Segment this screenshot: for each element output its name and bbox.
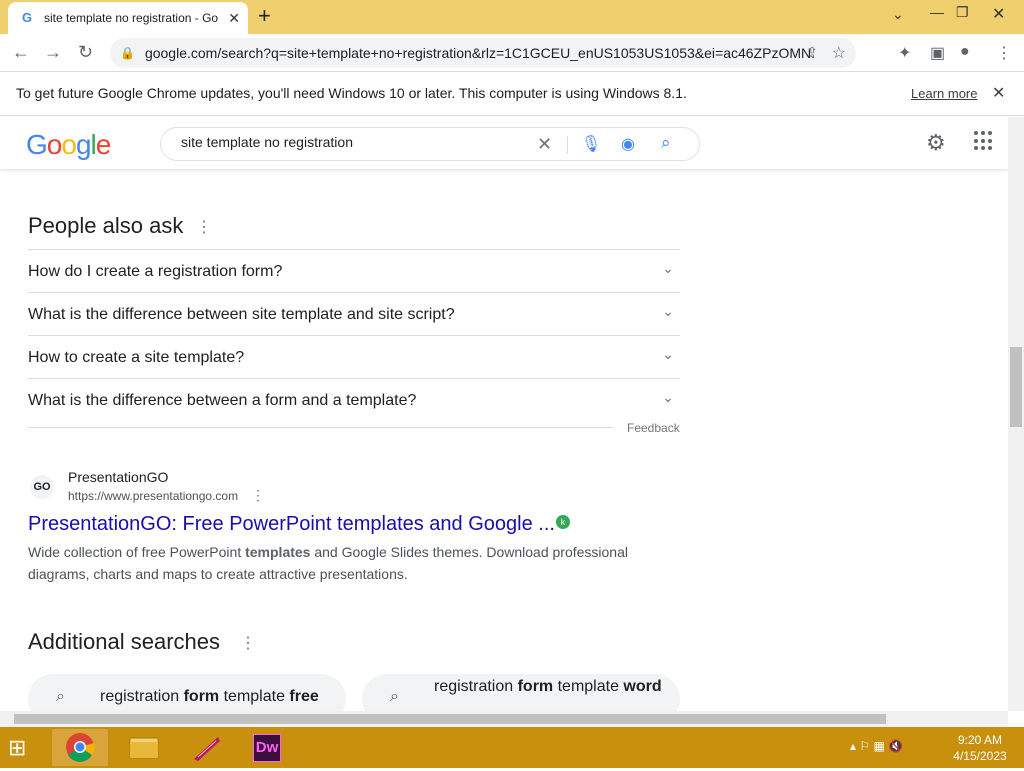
extensions-icon[interactable]: ✦ <box>898 43 911 63</box>
feedback-link[interactable]: Feedback <box>627 421 680 435</box>
result-title-link[interactable]: PresentationGO: Free PowerPoint template… <box>28 513 555 536</box>
scroll-thumb[interactable] <box>14 714 886 724</box>
more-options-icon[interactable]: ⋮ <box>196 217 212 237</box>
paa-question[interactable]: How to create a site template? ⌄ <box>28 335 680 378</box>
paa-question[interactable]: How do I create a registration form? ⌄ <box>28 249 680 292</box>
horizontal-scrollbar[interactable] <box>0 711 1008 727</box>
related-search-chip[interactable]: ⌕ registration form template word <box>362 674 680 711</box>
url-text[interactable]: google.com/search?q=site+template+no+reg… <box>145 45 815 61</box>
apps-grid-icon[interactable] <box>974 131 994 151</box>
result-url[interactable]: https://www.presentationgo.com <box>68 489 238 503</box>
divider <box>567 136 568 154</box>
tab-title: site template no registration - Go <box>44 11 219 25</box>
paa-question[interactable]: What is the difference between site temp… <box>28 292 680 335</box>
file-explorer-taskbar-icon[interactable] <box>116 729 172 766</box>
google-logo[interactable]: Google <box>26 129 111 161</box>
site-favicon-icon: GO <box>30 475 54 499</box>
search-input[interactable] <box>181 134 521 150</box>
window-close-button[interactable]: ✕ <box>992 4 1005 24</box>
google-favicon-icon: G <box>22 10 33 25</box>
people-also-ask-heading: People also ask <box>28 213 184 238</box>
menu-icon[interactable]: ⋮ <box>996 43 1012 63</box>
windows-taskbar: ⊞ Dw ▴ ⚐ ▦ 🔇 9:20 AM 4/15/2023 <box>0 727 1024 768</box>
tab-close-icon[interactable]: ✕ <box>228 10 240 27</box>
reload-button[interactable]: ↻ <box>78 42 93 62</box>
question-text: How do I create a registration form? <box>28 263 283 280</box>
result-options-icon[interactable]: ⋮ <box>251 487 265 504</box>
google-header: Google ✕ 🎙 ◉ ⌕ ⚙ <box>0 117 1008 169</box>
search-icon: ⌕ <box>56 688 65 705</box>
microphone-icon[interactable]: 🎙 <box>581 134 601 154</box>
restore-button[interactable]: ❐ <box>956 4 969 21</box>
browser-tab[interactable]: G site template no registration - Go ✕ <box>8 2 248 34</box>
forward-button[interactable]: → <box>44 42 62 62</box>
chip-text: registration form template free <box>100 688 319 705</box>
related-search-chip[interactable]: ⌕ registration form template free <box>28 674 346 711</box>
scroll-thumb[interactable] <box>1010 347 1022 427</box>
clock[interactable]: 9:20 AM 4/15/2023 <box>946 732 1014 764</box>
chevron-down-icon[interactable]: ⌄ <box>662 346 674 363</box>
chip-text: registration form template word <box>434 678 662 695</box>
date-text: 4/15/2023 <box>953 749 1007 763</box>
question-text: What is the difference between site temp… <box>28 306 455 323</box>
chevron-down-icon[interactable]: ⌄ <box>662 389 674 406</box>
update-infobar: To get future Google Chrome updates, you… <box>0 72 1024 116</box>
profile-icon[interactable]: ● <box>960 43 970 61</box>
search-icon: ⌕ <box>390 688 399 705</box>
address-bar[interactable]: 🔒 google.com/search?q=site+template+no+r… <box>110 38 856 68</box>
minimize-button[interactable]: — <box>930 4 944 20</box>
extension-badge-icon: k <box>556 515 570 529</box>
lock-icon[interactable]: 🔒 <box>120 46 135 60</box>
vertical-scrollbar[interactable] <box>1008 117 1024 711</box>
back-button[interactable]: ← <box>12 42 30 62</box>
result-site-name[interactable]: PresentationGO <box>68 469 168 485</box>
camera-icon[interactable]: ◉ <box>621 134 635 154</box>
more-options-icon[interactable]: ⋮ <box>240 633 256 653</box>
browser-toolbar: ← → ↻ 🔒 google.com/search?q=site+templat… <box>0 34 1024 72</box>
infobar-close-icon[interactable]: ✕ <box>992 83 1005 103</box>
search-results-page: Google ✕ 🎙 ◉ ⌕ ⚙ People also ask ⋮ How d… <box>0 117 1008 711</box>
system-tray[interactable]: ▴ ⚐ ▦ 🔇 <box>850 739 903 753</box>
chrome-tabbar: G site template no registration - Go ✕ +… <box>0 0 1024 34</box>
windows-start-icon[interactable]: ⊞ <box>8 735 26 761</box>
chrome-taskbar-icon[interactable] <box>52 729 108 766</box>
chevron-down-icon[interactable]: ⌄ <box>662 260 674 277</box>
settings-gear-icon[interactable]: ⚙ <box>926 130 946 156</box>
learn-more-link[interactable]: Learn more <box>911 86 977 101</box>
chevron-down-icon[interactable]: ⌄ <box>662 303 674 320</box>
feather-app-taskbar-icon[interactable] <box>178 729 234 766</box>
side-panel-icon[interactable]: ▣ <box>930 43 945 63</box>
result-snippet: Wide collection of free PowerPoint templ… <box>28 544 628 582</box>
search-box[interactable]: ✕ 🎙 ◉ ⌕ <box>160 127 700 161</box>
additional-searches-heading: Additional searches <box>28 629 221 654</box>
dreamweaver-taskbar-icon[interactable]: Dw <box>240 729 296 766</box>
infobar-message: To get future Google Chrome updates, you… <box>16 85 687 101</box>
new-tab-button[interactable]: + <box>258 5 271 27</box>
share-icon[interactable]: ⇪ <box>806 44 818 61</box>
clear-icon[interactable]: ✕ <box>537 134 552 155</box>
search-icon[interactable]: ⌕ <box>661 133 671 153</box>
paa-question[interactable]: What is the difference between a form an… <box>28 378 680 421</box>
time-text: 9:20 AM <box>957 733 1003 747</box>
tab-search-icon[interactable]: ⌄ <box>892 6 904 23</box>
bookmark-star-icon[interactable]: ☆ <box>832 43 846 63</box>
question-text: What is the difference between a form an… <box>28 392 417 409</box>
question-text: How to create a site template? <box>28 349 245 366</box>
divider <box>28 427 613 428</box>
